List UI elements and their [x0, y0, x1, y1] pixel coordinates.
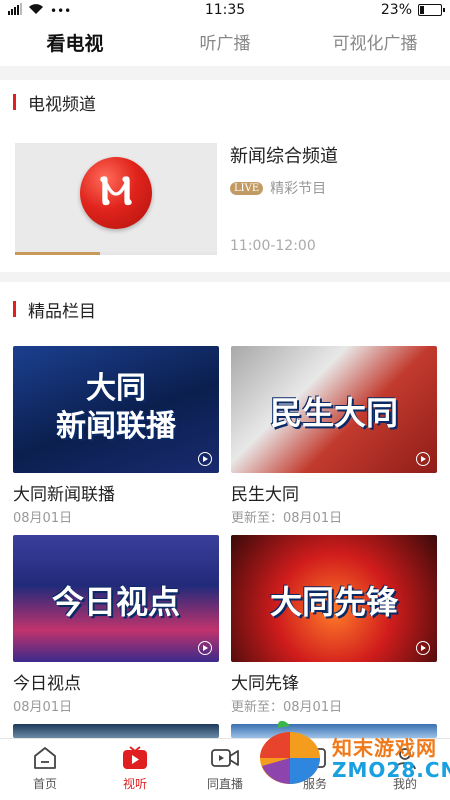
watermark-line2: ZMO28.CN [332, 758, 450, 782]
section-accent-bar [13, 94, 16, 110]
channel-name[interactable]: 新闻综合频道 [230, 142, 338, 168]
battery-icon [418, 4, 445, 16]
status-bar: ••• 11:35 23% [0, 0, 450, 22]
video-camera-icon [210, 745, 240, 771]
channel-logo: Ⲙ [80, 157, 152, 229]
section-title: 精品栏目 [28, 301, 96, 322]
thumbnail-title: 今日视点 [51, 583, 180, 621]
program-thumbnail[interactable]: 民生大同 [231, 346, 437, 473]
tv-channels-header: 电视频道 [0, 84, 450, 120]
thumbnail-title: 大同 新闻联播 [56, 371, 176, 444]
featured-header: 精品栏目 [0, 291, 450, 327]
program-card[interactable]: 大同先锋 大同先锋 更新至：08月01日 [231, 535, 437, 715]
program-thumbnail[interactable] [13, 724, 219, 738]
nav-media[interactable]: 视听 [90, 739, 180, 800]
section-divider [0, 272, 450, 282]
thumbnail-title: 大同先锋 [269, 583, 398, 621]
section-accent-bar [13, 301, 16, 317]
program-title: 今日视点 [13, 674, 81, 694]
program-card-partial[interactable] [13, 724, 219, 738]
program-thumbnail[interactable]: 大同先锋 [231, 535, 437, 662]
program-progress-fill [15, 252, 100, 255]
status-right: 23% [380, 2, 445, 18]
thumbnail-title: 民生大同 [269, 394, 398, 432]
nav-label: 视听 [122, 777, 147, 791]
tv-icon [120, 745, 150, 771]
battery-percent: 23% [380, 2, 412, 18]
program-date: 08月01日 [13, 700, 73, 715]
program-thumbnail[interactable]: 大同 新闻联播 [13, 346, 219, 473]
watermark-line1: 知末游戏网 [332, 736, 437, 760]
site-watermark: 知末游戏网 ZMO28.CN [250, 712, 450, 792]
program-title: 大同新闻联播 [13, 485, 115, 505]
channel-logo-mark: Ⲙ [99, 167, 133, 214]
section-title: 电视频道 [28, 94, 96, 115]
tab-visual-radio[interactable]: 可视化广播 [300, 22, 450, 66]
program-date: 更新至：08月01日 [231, 511, 343, 526]
program-card[interactable]: 民生大同 民生大同 更新至：08月01日 [231, 346, 437, 526]
nav-label: 首页 [32, 777, 57, 791]
program-title: 大同先锋 [231, 674, 299, 694]
watermark-logo-icon [260, 720, 320, 784]
section-divider [0, 66, 450, 80]
live-badge: LIVE [230, 181, 264, 195]
program-time: 11:00-12:00 [230, 238, 316, 254]
play-icon [416, 641, 430, 655]
top-tab-bar: 看电视 听广播 可视化广播 [0, 22, 450, 66]
current-program: 精彩节目 [270, 181, 327, 197]
program-card[interactable]: 今日视点 今日视点 08月01日 [13, 535, 219, 715]
nav-home[interactable]: 首页 [0, 739, 90, 800]
program-thumbnail[interactable]: 今日视点 [13, 535, 219, 662]
play-icon [198, 452, 212, 466]
nav-label: 同直播 [206, 777, 243, 791]
home-icon [30, 745, 60, 771]
program-title: 民生大同 [231, 485, 299, 505]
tab-listen-radio[interactable]: 听广播 [150, 22, 300, 66]
play-icon [416, 452, 430, 466]
program-card[interactable]: 大同 新闻联播 大同新闻联播 08月01日 [13, 346, 219, 526]
channel-thumbnail[interactable]: Ⲙ [15, 143, 217, 255]
play-icon [198, 641, 212, 655]
tab-watch-tv[interactable]: 看电视 [0, 22, 150, 66]
program-date: 08月01日 [13, 511, 73, 526]
live-row: LIVE 精彩节目 [230, 178, 326, 198]
